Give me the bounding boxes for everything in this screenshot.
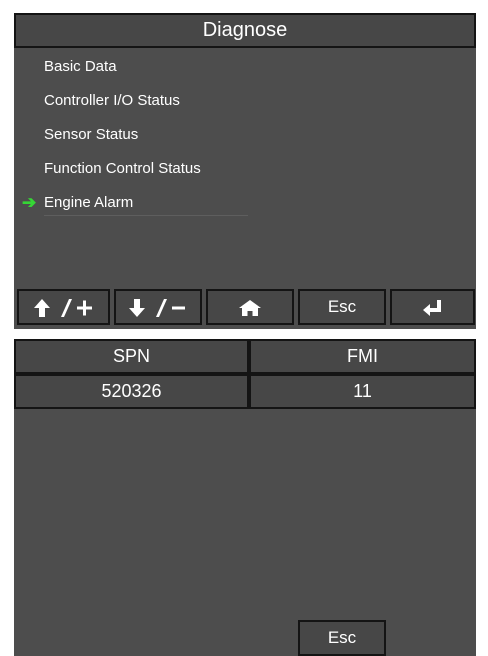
home-button[interactable] [206,289,294,325]
menu-item-label: Sensor Status [44,126,139,143]
table-header: SPN FMI [14,339,476,374]
enter-button[interactable] [390,289,475,325]
cell-spn: 520326 [14,374,249,409]
up-plus-icon [33,298,92,317]
esc-label: Esc [327,628,357,647]
page-title: Diagnose [14,13,476,48]
menu-item-sensor-status[interactable]: Sensor Status [14,118,314,152]
cell-fmi: 11 [249,374,476,409]
enter-icon [422,299,441,316]
menu-item-label: Function Control Status [44,160,201,177]
down-minus-icon [129,298,185,317]
menu-item-engine-alarm[interactable]: ➔ Engine Alarm [14,186,314,220]
up-plus-button[interactable] [17,289,110,325]
menu-item-label: Controller I/O Status [44,92,180,109]
menu-item-label: Basic Data [44,58,117,75]
softkey-bar: Esc [17,289,475,325]
home-icon [239,299,261,316]
esc-button[interactable]: Esc [298,289,386,325]
diagnose-screen: Diagnose Basic Data Controller I/O Statu… [14,13,476,329]
menu-item-function-control-status[interactable]: Function Control Status [14,152,314,186]
menu-item-label: Engine Alarm [44,194,134,211]
esc-label: Esc [327,297,357,316]
menu-item-controller-io-status[interactable]: Controller I/O Status [14,84,314,118]
softkey-bar: Esc [17,620,475,656]
alarm-table-screen: SPN FMI 520326 11 Esc [14,339,476,656]
table-row[interactable]: 520326 11 [14,374,476,409]
column-header-spn: SPN [14,339,249,374]
diagnose-menu: Basic Data Controller I/O Status Sensor … [14,50,314,220]
esc-button[interactable]: Esc [298,620,386,656]
menu-item-basic-data[interactable]: Basic Data [14,50,314,84]
down-minus-button[interactable] [114,289,202,325]
column-header-fmi: FMI [249,339,476,374]
selection-arrow-icon: ➔ [22,193,37,212]
